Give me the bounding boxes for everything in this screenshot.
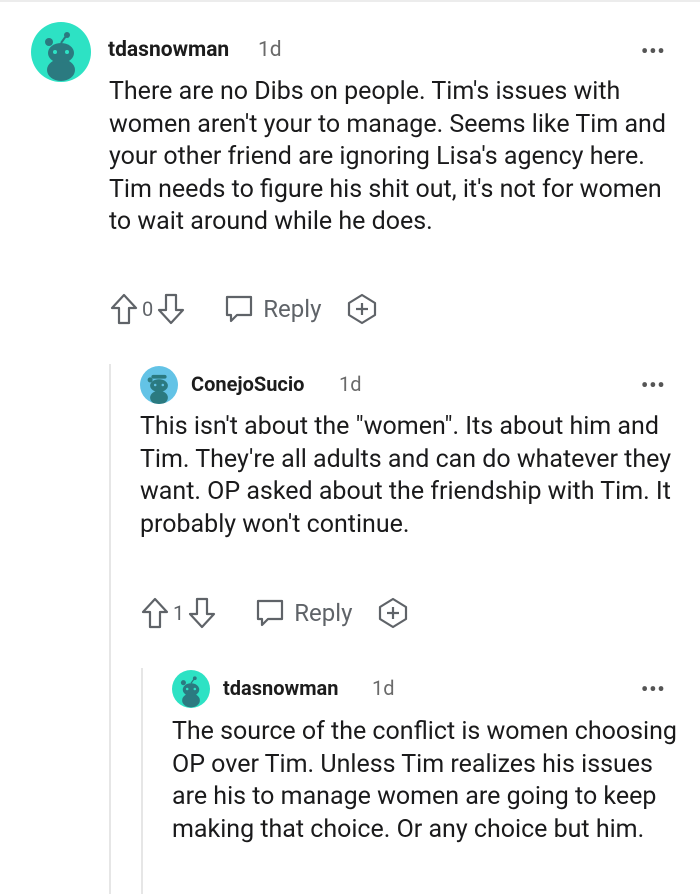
more-options-button[interactable]: ••• [641,375,666,395]
chat-bubble-icon [223,293,255,325]
snoo-avatar-icon [172,670,210,708]
comment-actions: 1 Reply [141,596,410,630]
thread-line[interactable] [141,668,143,894]
reply-button[interactable]: Reply [223,293,321,325]
user-avatar[interactable] [172,670,210,708]
upvote-icon[interactable] [141,597,169,629]
upvote-icon[interactable] [110,293,138,325]
downvote-icon[interactable] [157,293,185,325]
chat-bubble-icon [254,597,286,629]
comment-body: This isn't about the "women". Its about … [140,412,672,539]
downvote-icon[interactable] [188,597,216,629]
more-options-button[interactable]: ••• [641,679,666,699]
comment-actions: 0 Reply [110,292,379,326]
more-options-button[interactable]: ••• [641,41,666,61]
comment-age: 1d [339,372,362,396]
vote-score: 1 [173,601,185,625]
comment-age: 1d [372,676,395,700]
reply-label: Reply [294,599,353,627]
reply-label: Reply [263,295,322,323]
username[interactable]: tdasnowman [108,38,229,62]
award-add-icon[interactable] [376,596,410,630]
snoo-avatar-icon [140,366,178,404]
username[interactable]: ConejoSucio [191,372,304,396]
thread-line[interactable] [109,364,111,894]
comment-body: There are no Dibs on people. Tim's issue… [109,77,666,236]
user-avatar[interactable] [140,366,178,404]
reply-button[interactable]: Reply [254,597,352,629]
vote-score: 0 [142,297,154,321]
award-add-icon[interactable] [345,292,379,326]
comment-body: The source of the conflict is women choo… [172,717,677,844]
username[interactable]: tdasnowman [223,676,338,700]
user-avatar[interactable] [31,22,91,82]
snoo-avatar-icon [31,22,91,82]
top-divider [0,0,700,2]
comment-age: 1d [258,38,282,62]
